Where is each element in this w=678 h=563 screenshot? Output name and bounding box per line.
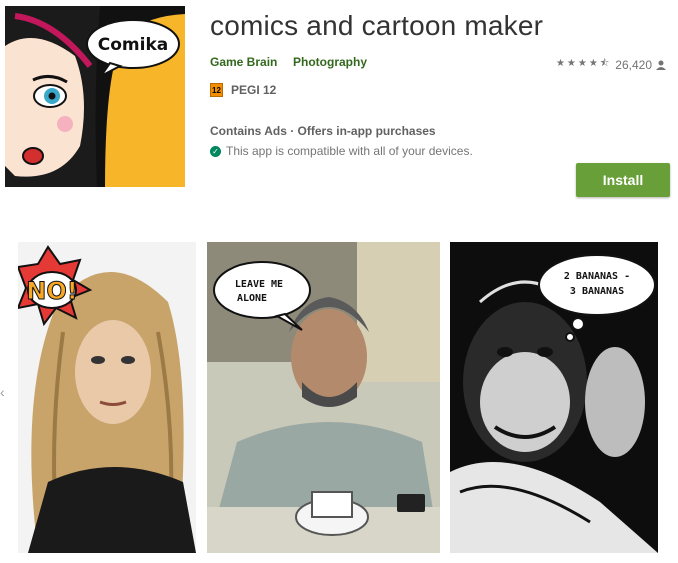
screenshot-3-bubble-line2: 3 BANANAS — [570, 286, 624, 297]
install-button[interactable]: Install — [576, 163, 670, 197]
pegi-badge-icon: 12 — [210, 83, 223, 97]
icon-bubble-text: Comika — [98, 35, 168, 55]
screenshot-1-bubble-text: NO! — [26, 277, 77, 305]
star-icon: ★ — [555, 58, 567, 69]
screenshot-3-bubble-line1: 2 BANANAS - — [564, 271, 630, 282]
rating-stars: ★★★★⯪ — [556, 56, 611, 73]
star-icon: ★ — [588, 58, 600, 69]
screenshot-gallery: NO! LEAVE ME ALONE 2 BANANAS - 3 BANANAS — [0, 242, 678, 553]
rating-summary: ★★★★⯪ 26,420 — [556, 56, 666, 73]
screenshot-1[interactable]: NO! — [18, 242, 196, 553]
ads-notice: Contains Ads · Offers in-app purchases — [210, 124, 436, 138]
star-icon: ★ — [577, 58, 589, 69]
app-icon: Comika — [5, 6, 185, 187]
chevron-left-icon[interactable]: ‹ — [0, 384, 5, 400]
star-icon: ★ — [566, 58, 578, 69]
category-link[interactable]: Photography — [293, 55, 367, 69]
compat-text: This app is compatible with all of your … — [226, 144, 473, 158]
star-icon: ⯪ — [599, 58, 612, 69]
compat-notice: ✓ This app is compatible with all of you… — [210, 144, 473, 158]
content-rating-label: PEGI 12 — [231, 83, 277, 97]
check-icon: ✓ — [210, 145, 221, 157]
content-rating: 12 PEGI 12 — [210, 83, 276, 97]
screenshot-3[interactable]: 2 BANANAS - 3 BANANAS — [450, 242, 658, 553]
screenshot-2-bubble-line2: ALONE — [237, 293, 267, 304]
rating-count: 26,420 — [615, 57, 652, 72]
person-icon — [656, 60, 666, 70]
screenshot-2-bubble-line1: LEAVE ME — [235, 279, 283, 290]
screenshot-2[interactable]: LEAVE ME ALONE — [207, 242, 440, 553]
app-title: comics and cartoon maker — [210, 10, 544, 41]
developer-link[interactable]: Game Brain — [210, 55, 277, 69]
